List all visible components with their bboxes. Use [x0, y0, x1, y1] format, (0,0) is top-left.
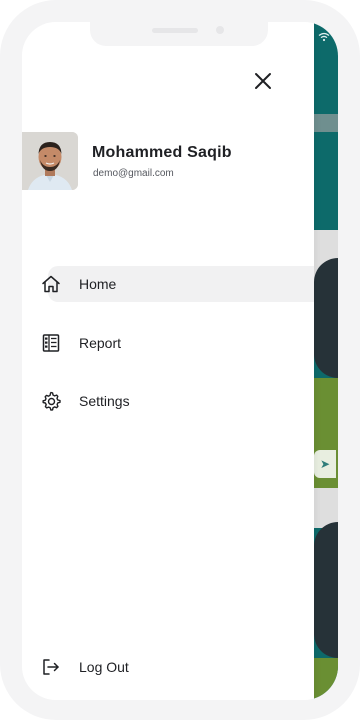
background-app: ➤	[314, 22, 338, 700]
menu-item-settings[interactable]: Settings	[22, 383, 314, 419]
bg-image	[314, 258, 338, 378]
menu-item-label: Home	[79, 276, 117, 292]
menu-item-home[interactable]: Home	[22, 266, 314, 302]
camera	[216, 26, 224, 34]
menu-item-report[interactable]: Report	[22, 325, 314, 361]
logout-button[interactable]: Log Out	[22, 650, 314, 686]
profile-section: Mohammed Saqib demo@gmail.com	[22, 132, 314, 190]
bg-send-button: ➤	[314, 450, 336, 478]
close-button[interactable]	[250, 68, 276, 94]
speaker	[152, 28, 198, 33]
report-icon	[42, 334, 60, 352]
bg-card-green	[314, 658, 338, 700]
close-icon	[255, 73, 271, 89]
user-name: Mohammed Saqib	[92, 144, 232, 161]
phone-notch	[90, 22, 268, 46]
logout-icon	[43, 659, 59, 675]
home-icon	[42, 275, 60, 293]
bg-image	[314, 522, 338, 658]
navigation-drawer: Mohammed Saqib demo@gmail.com Home Repor…	[22, 22, 314, 700]
avatar[interactable]	[22, 132, 78, 190]
screen: ➤ Mohammed Saqib demo@gmail.com Home Rep…	[22, 22, 338, 700]
wifi-icon	[318, 32, 330, 45]
menu-item-label: Settings	[79, 393, 130, 409]
send-icon: ➤	[320, 457, 331, 471]
user-email: demo@gmail.com	[93, 168, 174, 179]
gear-icon	[42, 391, 61, 411]
logout-label: Log Out	[79, 659, 129, 675]
menu-item-label: Report	[79, 335, 122, 351]
bg-band	[314, 114, 338, 132]
